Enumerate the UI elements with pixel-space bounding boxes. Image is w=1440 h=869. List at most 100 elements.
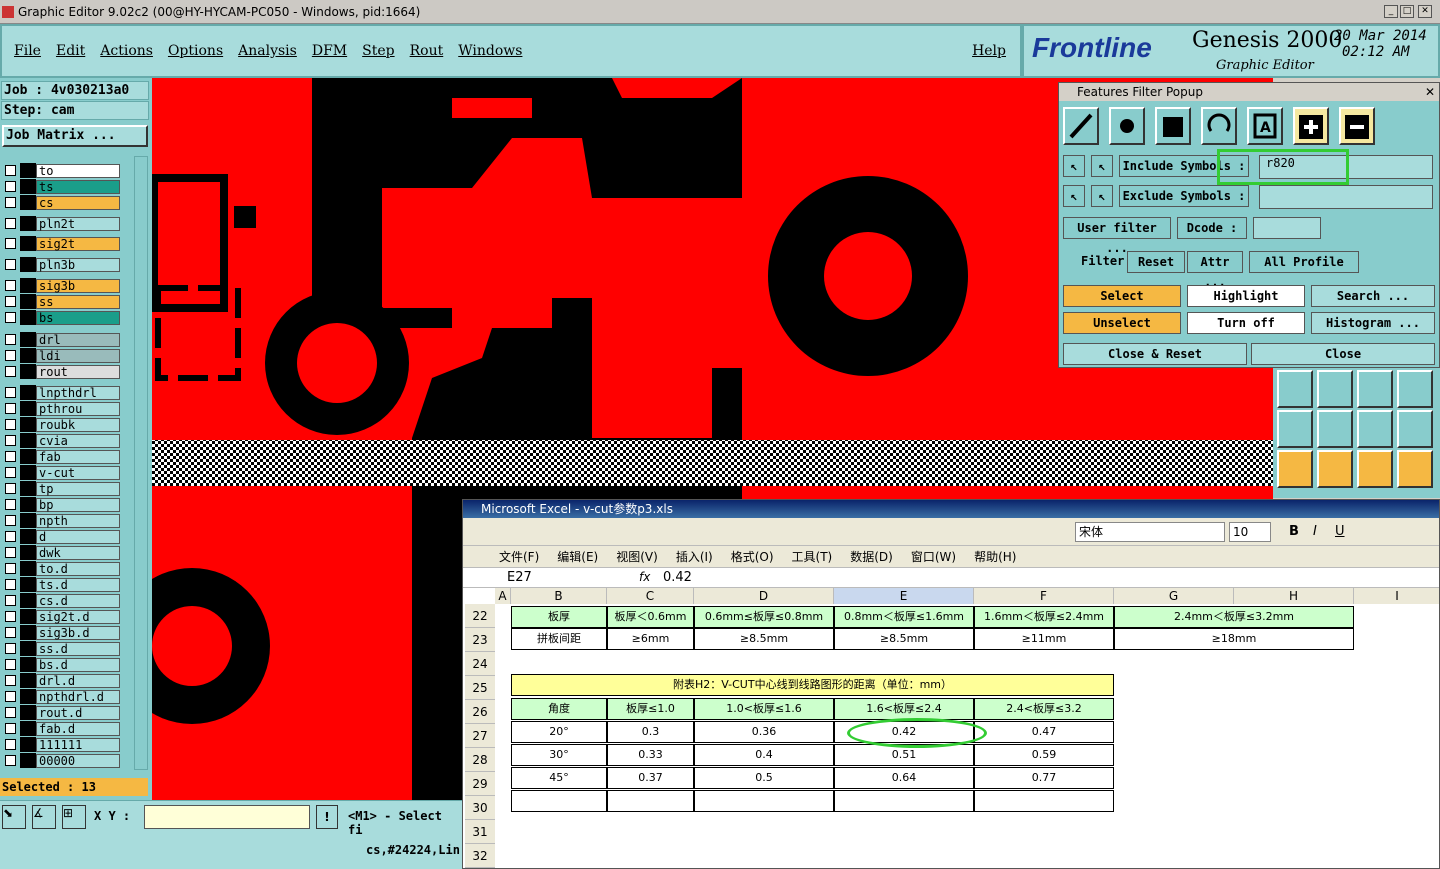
layer-scrollbar[interactable] (134, 156, 148, 770)
close-reset-button[interactable]: Close & Reset (1063, 343, 1247, 365)
layer-row[interactable]: to.d (2, 561, 120, 576)
layer-checkbox[interactable] (5, 181, 16, 192)
close-button[interactable]: ✕ (1418, 5, 1432, 18)
column-header[interactable]: D (694, 588, 834, 604)
text-tool-icon[interactable]: A (1247, 107, 1283, 145)
include-select-icon[interactable]: ↖ (1091, 155, 1113, 177)
excel-menu-format[interactable]: 格式(O) (731, 546, 774, 567)
table-cell[interactable]: ≥11mm (974, 628, 1114, 650)
table-cell[interactable]: 0.33 (607, 744, 694, 766)
layer-checkbox[interactable] (5, 611, 16, 622)
layer-checkbox[interactable] (5, 451, 16, 462)
layer-checkbox[interactable] (5, 547, 16, 558)
excel-menu-data[interactable]: 数据(D) (850, 546, 893, 567)
layer-checkbox[interactable] (5, 419, 16, 430)
arch-tool-icon[interactable] (1357, 410, 1393, 448)
table-cell[interactable]: 板厚 (511, 606, 607, 628)
table-cell[interactable]: 拼板间距 (511, 628, 607, 650)
row-header[interactable]: 22 (465, 604, 495, 628)
table-cell[interactable]: 0.6mm≤板厚≤0.8mm (694, 606, 834, 628)
select-button[interactable]: Select (1063, 285, 1181, 307)
layer-row[interactable]: bs.d (2, 657, 120, 672)
search-button[interactable]: Search ... (1311, 285, 1435, 307)
underline-icon[interactable]: U (1335, 524, 1345, 539)
table-cell[interactable]: 0.8mm＜板厚≤1.6mm (834, 606, 974, 628)
arch-alt-tool-icon[interactable] (1397, 410, 1433, 448)
row-header[interactable]: 23 (465, 628, 495, 652)
exclude-pick-icon[interactable]: ↖ (1063, 185, 1085, 207)
empty-cell[interactable] (694, 790, 834, 812)
layer-checkbox[interactable] (5, 259, 16, 270)
row-header[interactable]: 30 (465, 796, 495, 820)
layer-checkbox[interactable] (5, 403, 16, 414)
layer-checkbox[interactable] (5, 723, 16, 734)
table-cell[interactable]: 45° (511, 767, 607, 789)
menu-edit[interactable]: Edit (56, 43, 85, 59)
table-cell[interactable]: 0.5 (694, 767, 834, 789)
maximize-button[interactable]: □ (1400, 5, 1414, 18)
route-tool-icon[interactable] (1397, 450, 1433, 488)
menu-rout[interactable]: Rout (410, 43, 444, 59)
layer-checkbox[interactable] (5, 627, 16, 638)
layer-checkbox[interactable] (5, 755, 16, 766)
pad-tool-icon[interactable] (1109, 107, 1145, 145)
table-cell[interactable]: ≥8.5mm (834, 628, 974, 650)
alert-icon[interactable]: ! (316, 805, 338, 829)
layer-row[interactable]: v-cut (2, 465, 120, 480)
popup-close-icon[interactable]: ✕ (1425, 83, 1435, 101)
cut-line-icon[interactable] (1317, 370, 1353, 408)
empty-cell[interactable] (607, 790, 694, 812)
histogram-button[interactable]: Histogram ... (1311, 312, 1435, 334)
row-header[interactable]: 24 (465, 652, 495, 676)
layer-row[interactable]: ss.d (2, 641, 120, 656)
layer-row[interactable]: fab (2, 449, 120, 464)
excel-menu-tools[interactable]: 工具(T) (792, 546, 833, 567)
layer-row[interactable]: sig3b (2, 278, 120, 293)
table-cell[interactable]: 0.3 (607, 721, 694, 743)
menu-help[interactable]: Help (972, 43, 1006, 59)
pointer-box-tool-icon[interactable] (1317, 450, 1353, 488)
layer-row[interactable]: rout.d (2, 705, 120, 720)
layer-row[interactable]: ldi (2, 348, 120, 363)
menu-options[interactable]: Options (168, 43, 223, 59)
table-cell[interactable]: 1.0<板厚≤1.6 (694, 698, 834, 720)
job-matrix-button[interactable]: Job Matrix ... (2, 125, 148, 147)
layer-checkbox[interactable] (5, 643, 16, 654)
attr-button[interactable]: Attr ... (1187, 251, 1243, 289)
table-cell[interactable]: 0.77 (974, 767, 1114, 789)
empty-cell[interactable] (511, 790, 607, 812)
excel-menu-view[interactable]: 视图(V) (616, 546, 658, 567)
layer-checkbox[interactable] (5, 499, 16, 510)
include-pick-icon[interactable]: ↖ (1063, 155, 1085, 177)
snap-icon[interactable]: ⬊ (2, 805, 26, 829)
column-header[interactable]: E (834, 588, 974, 604)
filter-checkbox[interactable]: Filter (1063, 251, 1125, 273)
bold-icon[interactable]: B (1289, 524, 1299, 539)
table-cell[interactable]: 板厚＜0.6mm (607, 606, 694, 628)
table-cell[interactable]: 2.4<板厚≤3.2 (974, 698, 1114, 720)
layer-checkbox[interactable] (5, 312, 16, 323)
formula-input[interactable]: 0.42 (663, 570, 692, 585)
close-popup-button[interactable]: Close (1251, 343, 1435, 365)
exclude-symbols-label[interactable]: Exclude Symbols : (1119, 185, 1249, 207)
layer-row[interactable]: dwk (2, 545, 120, 560)
unselect-button[interactable]: Unselect (1063, 312, 1181, 334)
layer-row[interactable]: ss (2, 294, 120, 309)
layer-row[interactable]: cs.d (2, 593, 120, 608)
empty-cell[interactable] (974, 790, 1114, 812)
negative-icon[interactable] (1339, 107, 1375, 145)
layer-checkbox[interactable] (5, 707, 16, 718)
layer-checkbox[interactable] (5, 366, 16, 377)
layer-checkbox[interactable] (5, 739, 16, 750)
layer-checkbox[interactable] (5, 515, 16, 526)
table-cell[interactable]: 0.47 (974, 721, 1114, 743)
excel-menu-insert[interactable]: 插入(I) (676, 546, 713, 567)
layer-checkbox[interactable] (5, 280, 16, 291)
table-cell[interactable]: 0.59 (974, 744, 1114, 766)
table-cell[interactable]: 1.6mm＜板厚≤2.4mm (974, 606, 1114, 628)
layer-checkbox[interactable] (5, 387, 16, 398)
row-header[interactable]: 25 (465, 676, 495, 700)
layer-row[interactable]: d (2, 529, 120, 544)
italic-icon[interactable]: I (1313, 524, 1317, 539)
exclude-symbols-field[interactable] (1259, 185, 1433, 209)
